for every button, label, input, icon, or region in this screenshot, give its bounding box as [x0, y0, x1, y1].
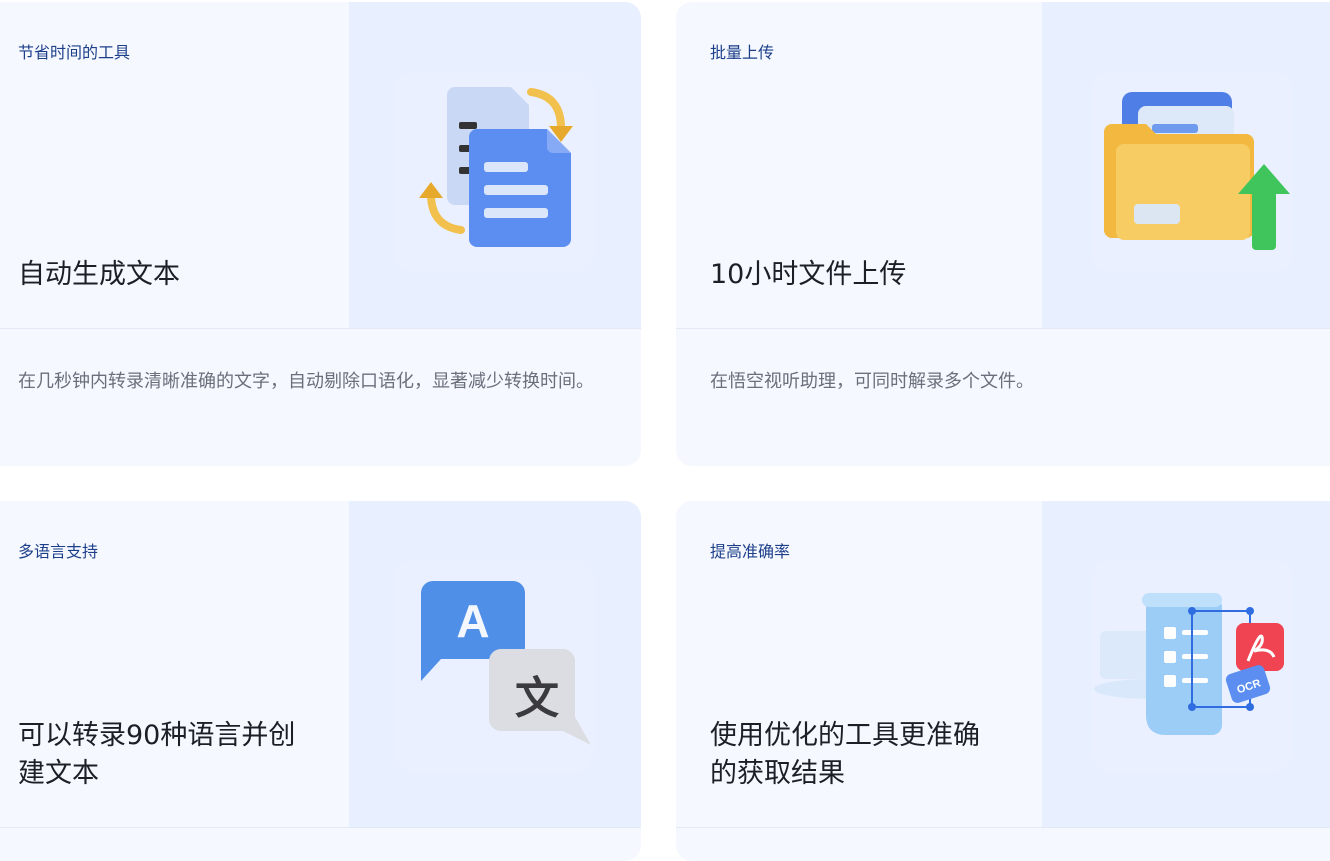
card-eyebrow: 多语言支持 — [18, 542, 99, 561]
card-top: 节省时间的工具 自动生成文本 — [0, 2, 641, 329]
card-description: 在悟空视听助理，可同时解录多个文件。 — [710, 371, 1034, 392]
card-illustration — [1042, 2, 1330, 328]
ocr-pdf-icon: OCR — [1092, 561, 1292, 771]
feature-card-multilingual: 多语言支持 可以转录90种语言并创建文本 A 文 — [0, 501, 641, 861]
card-eyebrow: 批量上传 — [710, 43, 775, 62]
card-headline: 使用优化的工具更准确的获取结果 — [710, 720, 980, 789]
feature-card-accuracy: 提高准确率 使用优化的工具更准确的获取结果 OCR — [676, 501, 1330, 861]
card-illustration — [349, 2, 641, 328]
card-eyebrow: 节省时间的工具 — [18, 43, 131, 62]
svg-text:A: A — [456, 595, 489, 647]
card-eyebrow: 提高准确率 — [710, 542, 791, 561]
document-convert-icon — [394, 72, 594, 272]
card-top: 提高准确率 使用优化的工具更准确的获取结果 OCR — [676, 501, 1330, 828]
card-illustration: OCR — [1042, 501, 1330, 827]
folder-upload-icon — [1092, 72, 1292, 272]
feature-card-time-saving: 节省时间的工具 自动生成文本 在几秒钟内转录清晰准确的文字，自动剔除口语化，显著… — [0, 2, 641, 466]
card-description: 在几秒钟内转录清晰准确的文字，自动剔除口语化，显著减少转换时间。 — [18, 371, 594, 392]
translate-icon: A 文 — [394, 561, 594, 771]
card-headline: 10小时文件上传 — [710, 259, 907, 290]
card-top: 批量上传 10小时文件上传 — [676, 2, 1330, 329]
card-top: 多语言支持 可以转录90种语言并创建文本 A 文 — [0, 501, 641, 828]
card-headline: 可以转录90种语言并创建文本 — [18, 720, 296, 789]
card-illustration: A 文 — [349, 501, 641, 827]
svg-text:文: 文 — [515, 673, 559, 724]
card-headline: 自动生成文本 — [18, 259, 180, 290]
feature-card-batch-upload: 批量上传 10小时文件上传 在悟空视听助理，可同时解录多个文件。 — [676, 2, 1330, 466]
